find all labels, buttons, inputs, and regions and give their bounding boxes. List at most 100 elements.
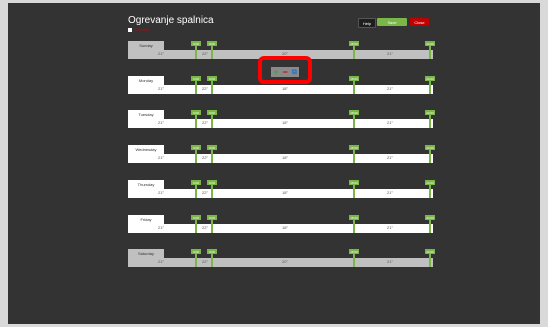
day-row: Wednesday 21° 22° 18° 21° 6:00 8:00 18:00 24:00 — [128, 145, 435, 167]
time-marker-tag[interactable]: 6:00 — [191, 76, 201, 81]
time-marker-handle[interactable] — [429, 150, 431, 163]
temperature-label[interactable]: 21° — [387, 225, 393, 230]
temperature-label[interactable]: 21° — [158, 120, 164, 125]
temperature-label[interactable]: 22° — [202, 190, 208, 195]
temperature-label[interactable]: 21° — [387, 155, 393, 160]
time-marker-handle[interactable] — [195, 115, 197, 128]
temperature-label[interactable]: 22° — [202, 259, 208, 264]
time-marker-tag[interactable]: 24:00 — [425, 41, 435, 46]
time-marker-handle[interactable] — [211, 46, 213, 59]
time-marker-handle[interactable] — [195, 254, 197, 267]
time-marker-handle[interactable] — [211, 220, 213, 233]
time-marker-tag[interactable]: 8:00 — [207, 76, 217, 81]
time-marker-tag[interactable]: 18:00 — [349, 249, 359, 254]
time-marker-handle[interactable] — [353, 150, 355, 163]
day-tab[interactable]: Sunday — [128, 41, 164, 50]
temperature-label[interactable]: 21° — [387, 259, 393, 264]
legend-swatch — [128, 27, 132, 32]
time-marker-handle[interactable] — [353, 220, 355, 233]
time-marker-handle[interactable] — [195, 220, 197, 233]
time-marker-handle[interactable] — [195, 185, 197, 198]
temperature-label[interactable]: 21° — [158, 155, 164, 160]
time-marker-tag[interactable]: 8:00 — [207, 41, 217, 46]
time-marker-tag[interactable]: 8:00 — [207, 215, 217, 220]
day-tab[interactable]: Thursday — [128, 180, 164, 189]
temperature-label[interactable]: 18° — [282, 225, 288, 230]
save-button[interactable]: Save — [377, 18, 407, 26]
time-marker-handle[interactable] — [429, 220, 431, 233]
temperature-label[interactable]: 21° — [158, 190, 164, 195]
temperature-label[interactable]: 21° — [387, 51, 393, 56]
time-marker-tag[interactable]: 24:00 — [425, 180, 435, 185]
temperature-label[interactable]: 21° — [158, 259, 164, 264]
time-marker-handle[interactable] — [211, 185, 213, 198]
temperature-label[interactable]: 22° — [202, 86, 208, 91]
time-marker-tag[interactable]: 6:00 — [191, 145, 201, 150]
time-marker-tag[interactable]: 6:00 — [191, 215, 201, 220]
temperature-label[interactable]: 22° — [202, 120, 208, 125]
time-marker-tag[interactable]: 24:00 — [425, 76, 435, 81]
time-marker-tag[interactable]: 24:00 — [425, 249, 435, 254]
time-marker-tag[interactable]: 8:00 — [207, 180, 217, 185]
day-tab[interactable]: Wednesday — [128, 145, 164, 154]
temperature-label[interactable]: 20° — [282, 259, 288, 264]
time-marker-tag[interactable]: 24:00 — [425, 145, 435, 150]
close-button[interactable]: Close — [410, 18, 429, 26]
time-marker-handle[interactable] — [429, 81, 431, 94]
time-marker-tag[interactable]: 6:00 — [191, 110, 201, 115]
day-tab[interactable]: Saturday — [128, 249, 164, 258]
time-marker-handle[interactable] — [211, 150, 213, 163]
time-marker-handle[interactable] — [429, 115, 431, 128]
time-marker-handle[interactable] — [195, 46, 197, 59]
time-marker-tag[interactable]: 18:00 — [349, 145, 359, 150]
time-marker-handle[interactable] — [353, 185, 355, 198]
temperature-label[interactable]: 21° — [387, 86, 393, 91]
minus-icon[interactable]: − — [283, 67, 288, 77]
temperature-label[interactable]: 18° — [282, 190, 288, 195]
time-marker-tag[interactable]: 8:00 — [207, 249, 217, 254]
time-marker-tag[interactable]: 24:00 — [425, 215, 435, 220]
temperature-label[interactable]: 22° — [202, 225, 208, 230]
time-marker-tag[interactable]: 18:00 — [349, 76, 359, 81]
temperature-label[interactable]: 18° — [282, 120, 288, 125]
time-marker-tag[interactable]: 6:00 — [191, 180, 201, 185]
time-marker-tag[interactable]: 8:00 — [207, 145, 217, 150]
time-marker-tag[interactable]: 18:00 — [349, 41, 359, 46]
time-marker-tag[interactable]: 18:00 — [349, 110, 359, 115]
plus-icon[interactable]: + — [273, 67, 278, 77]
time-marker-handle[interactable] — [211, 254, 213, 267]
time-marker-tag[interactable]: 18:00 — [349, 180, 359, 185]
temperature-label[interactable]: 22° — [202, 155, 208, 160]
temperature-label[interactable]: 21° — [158, 86, 164, 91]
time-marker-tag[interactable]: 6:00 — [191, 249, 201, 254]
help-button[interactable]: Help — [358, 18, 376, 28]
time-marker-tag[interactable]: 6:00 — [191, 41, 201, 46]
day-tab[interactable]: Monday — [128, 76, 164, 85]
day-tab[interactable]: Tuesday — [128, 110, 164, 119]
temperature-label[interactable]: 18° — [282, 155, 288, 160]
time-marker-handle[interactable] — [211, 115, 213, 128]
time-marker-tag[interactable]: 8:00 — [207, 110, 217, 115]
temperature-label[interactable]: 18° — [282, 86, 288, 91]
day-tab[interactable]: Friday — [128, 215, 164, 224]
time-marker-handle[interactable] — [195, 150, 197, 163]
time-marker-handle[interactable] — [211, 81, 213, 94]
time-marker-tag[interactable]: 18:00 — [349, 215, 359, 220]
temperature-label[interactable]: 21° — [158, 225, 164, 230]
time-marker-tag[interactable]: 24:00 — [425, 110, 435, 115]
temperature-label[interactable]: 21° — [387, 120, 393, 125]
copy-icon[interactable]: ⧉ — [292, 68, 297, 77]
time-marker-handle[interactable] — [353, 81, 355, 94]
temperature-label[interactable]: 22° — [202, 51, 208, 56]
temperature-label[interactable]: 21° — [387, 190, 393, 195]
legend-label: Comfort — [135, 27, 150, 32]
time-marker-handle[interactable] — [429, 46, 431, 59]
day-row: Thursday 21° 22° 18° 21° 6:00 8:00 18:00 24:00 — [128, 180, 435, 202]
time-marker-handle[interactable] — [429, 185, 431, 198]
temperature-label[interactable]: 21° — [158, 51, 164, 56]
time-marker-handle[interactable] — [429, 254, 431, 267]
time-marker-handle[interactable] — [195, 81, 197, 94]
time-marker-handle[interactable] — [353, 46, 355, 59]
time-marker-handle[interactable] — [353, 254, 355, 267]
time-marker-handle[interactable] — [353, 115, 355, 128]
